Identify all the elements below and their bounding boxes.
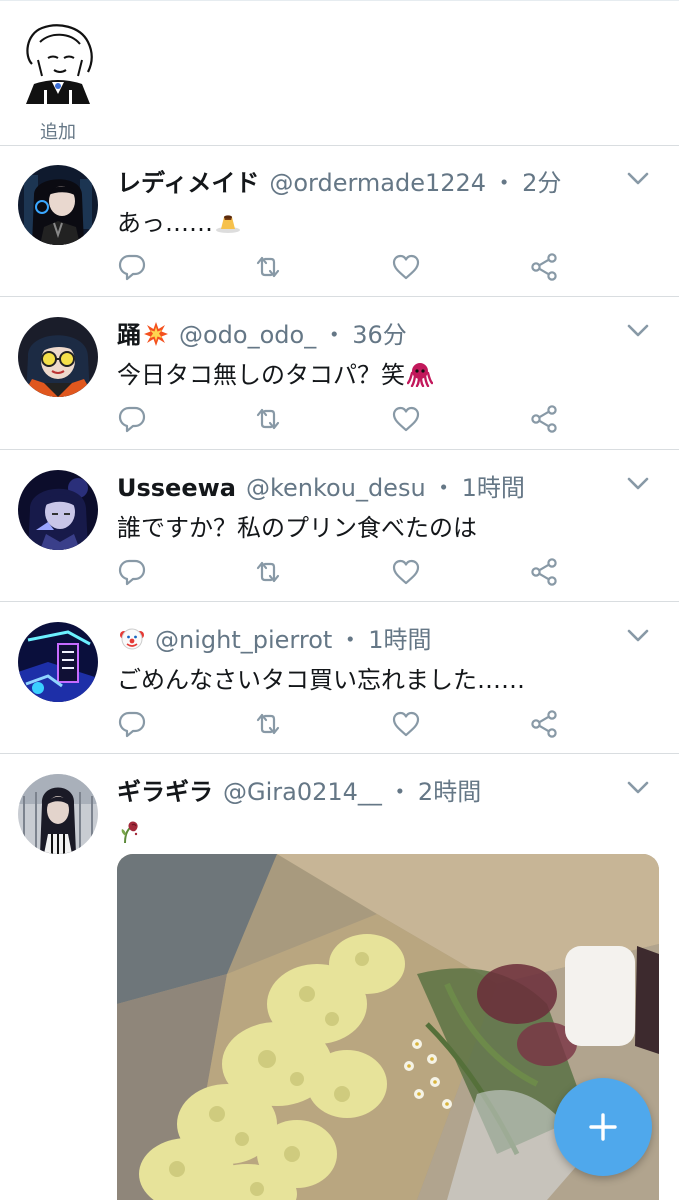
- display-name[interactable]: ギラギラ: [117, 778, 213, 806]
- tweet-item[interactable]: @night_pierrot ・ 1時間 ごめんなさいタコ買い忘れました……: [0, 603, 679, 754]
- compose-button[interactable]: [554, 1078, 652, 1176]
- timestamp[interactable]: 1時間: [462, 474, 525, 502]
- chevron-down-icon[interactable]: [627, 477, 649, 491]
- wilted-flower-icon: [117, 818, 143, 844]
- tweet-actions: [117, 709, 567, 743]
- user-handle[interactable]: @kenkou_desu: [246, 474, 426, 502]
- tweet-actions: [117, 557, 567, 591]
- tweet-actions: [117, 404, 567, 438]
- tweet-header: レディメイド @ordermade1224 ・ 2分: [117, 166, 561, 200]
- user-handle[interactable]: @odo_odo_: [179, 321, 316, 349]
- like-icon[interactable]: [391, 709, 421, 739]
- fleet-add-button[interactable]: 追加: [18, 20, 98, 144]
- tweet-text-content: ごめんなさいタコ買い忘れました……: [117, 666, 525, 694]
- tweet-text-content: 誰ですか？私のプリン食べたのは: [117, 514, 477, 542]
- display-name[interactable]: Usseewa: [117, 474, 236, 502]
- tweet-header: @night_pierrot ・ 1時間: [117, 623, 432, 657]
- separator: ・: [431, 474, 456, 502]
- tweet-text: 今日タコ無しのタコパ？笑: [117, 358, 434, 392]
- retweet-icon[interactable]: [253, 557, 283, 587]
- like-icon[interactable]: [391, 404, 421, 434]
- display-name[interactable]: 踊: [117, 321, 141, 349]
- avatar[interactable]: [18, 774, 98, 854]
- tweet-header: ギラギラ @Gira0214__ ・ 2時間: [117, 775, 481, 809]
- tweet-item[interactable]: レディメイド @ordermade1224 ・ 2分 あっ……: [0, 146, 679, 297]
- chevron-down-icon[interactable]: [627, 324, 649, 338]
- share-icon[interactable]: [529, 557, 559, 587]
- separator: ・: [492, 169, 517, 197]
- avatar[interactable]: [18, 317, 98, 397]
- user-handle[interactable]: @ordermade1224: [269, 169, 486, 197]
- timestamp[interactable]: 2時間: [418, 778, 481, 806]
- timestamp[interactable]: 2分: [522, 169, 561, 197]
- chevron-down-icon[interactable]: [627, 172, 649, 186]
- collision-icon: [143, 321, 169, 347]
- avatar[interactable]: [18, 622, 98, 702]
- tweet-header: Usseewa @kenkou_desu ・ 1時間: [117, 471, 525, 505]
- timestamp[interactable]: 1時間: [368, 626, 431, 654]
- display-name[interactable]: レディメイド: [117, 169, 259, 197]
- separator: ・: [387, 778, 412, 806]
- compose-plus-icon: [589, 1113, 617, 1141]
- fleet-own-avatar: [18, 20, 98, 104]
- pudding-icon: [215, 209, 241, 235]
- share-icon[interactable]: [529, 404, 559, 434]
- tweet-text-content: あっ……: [117, 209, 213, 237]
- retweet-icon[interactable]: [253, 252, 283, 282]
- fleet-add-label: 追加: [40, 122, 76, 143]
- tweet-item[interactable]: Usseewa @kenkou_desu ・ 1時間 誰ですか？私のプリン食べたのは: [0, 451, 679, 602]
- avatar[interactable]: [18, 165, 98, 245]
- reply-icon[interactable]: [117, 252, 147, 282]
- retweet-icon[interactable]: [253, 709, 283, 739]
- user-handle[interactable]: @Gira0214__: [223, 778, 382, 806]
- tweet-header: 踊 @odo_odo_ ・ 36分: [117, 318, 407, 352]
- tweet-text: [117, 815, 143, 849]
- tweet-text: 誰ですか？私のプリン食べたのは: [117, 511, 477, 545]
- clown-face-icon: [119, 626, 145, 652]
- separator: ・: [322, 321, 347, 349]
- tweet-text-content: 今日タコ無しのタコパ？笑: [117, 361, 405, 389]
- retweet-icon[interactable]: [253, 404, 283, 434]
- separator: ・: [338, 626, 363, 654]
- tweet-item[interactable]: 踊 @odo_odo_ ・ 36分 今日タコ無しのタコパ？笑: [0, 298, 679, 450]
- chevron-down-icon[interactable]: [627, 781, 649, 795]
- share-icon[interactable]: [529, 709, 559, 739]
- reply-icon[interactable]: [117, 557, 147, 587]
- like-icon[interactable]: [391, 252, 421, 282]
- avatar[interactable]: [18, 470, 98, 550]
- reply-icon[interactable]: [117, 404, 147, 434]
- user-handle[interactable]: @night_pierrot: [155, 626, 332, 654]
- timestamp[interactable]: 36分: [352, 321, 407, 349]
- tweet-text: ごめんなさいタコ買い忘れました……: [117, 663, 525, 697]
- reply-icon[interactable]: [117, 709, 147, 739]
- like-icon[interactable]: [391, 557, 421, 587]
- fleets-bar: 追加: [0, 0, 679, 146]
- tweet-actions: [117, 252, 567, 286]
- octopus-icon: [406, 361, 434, 388]
- share-icon[interactable]: [529, 252, 559, 282]
- chevron-down-icon[interactable]: [627, 629, 649, 643]
- tweet-text: あっ……: [117, 206, 241, 240]
